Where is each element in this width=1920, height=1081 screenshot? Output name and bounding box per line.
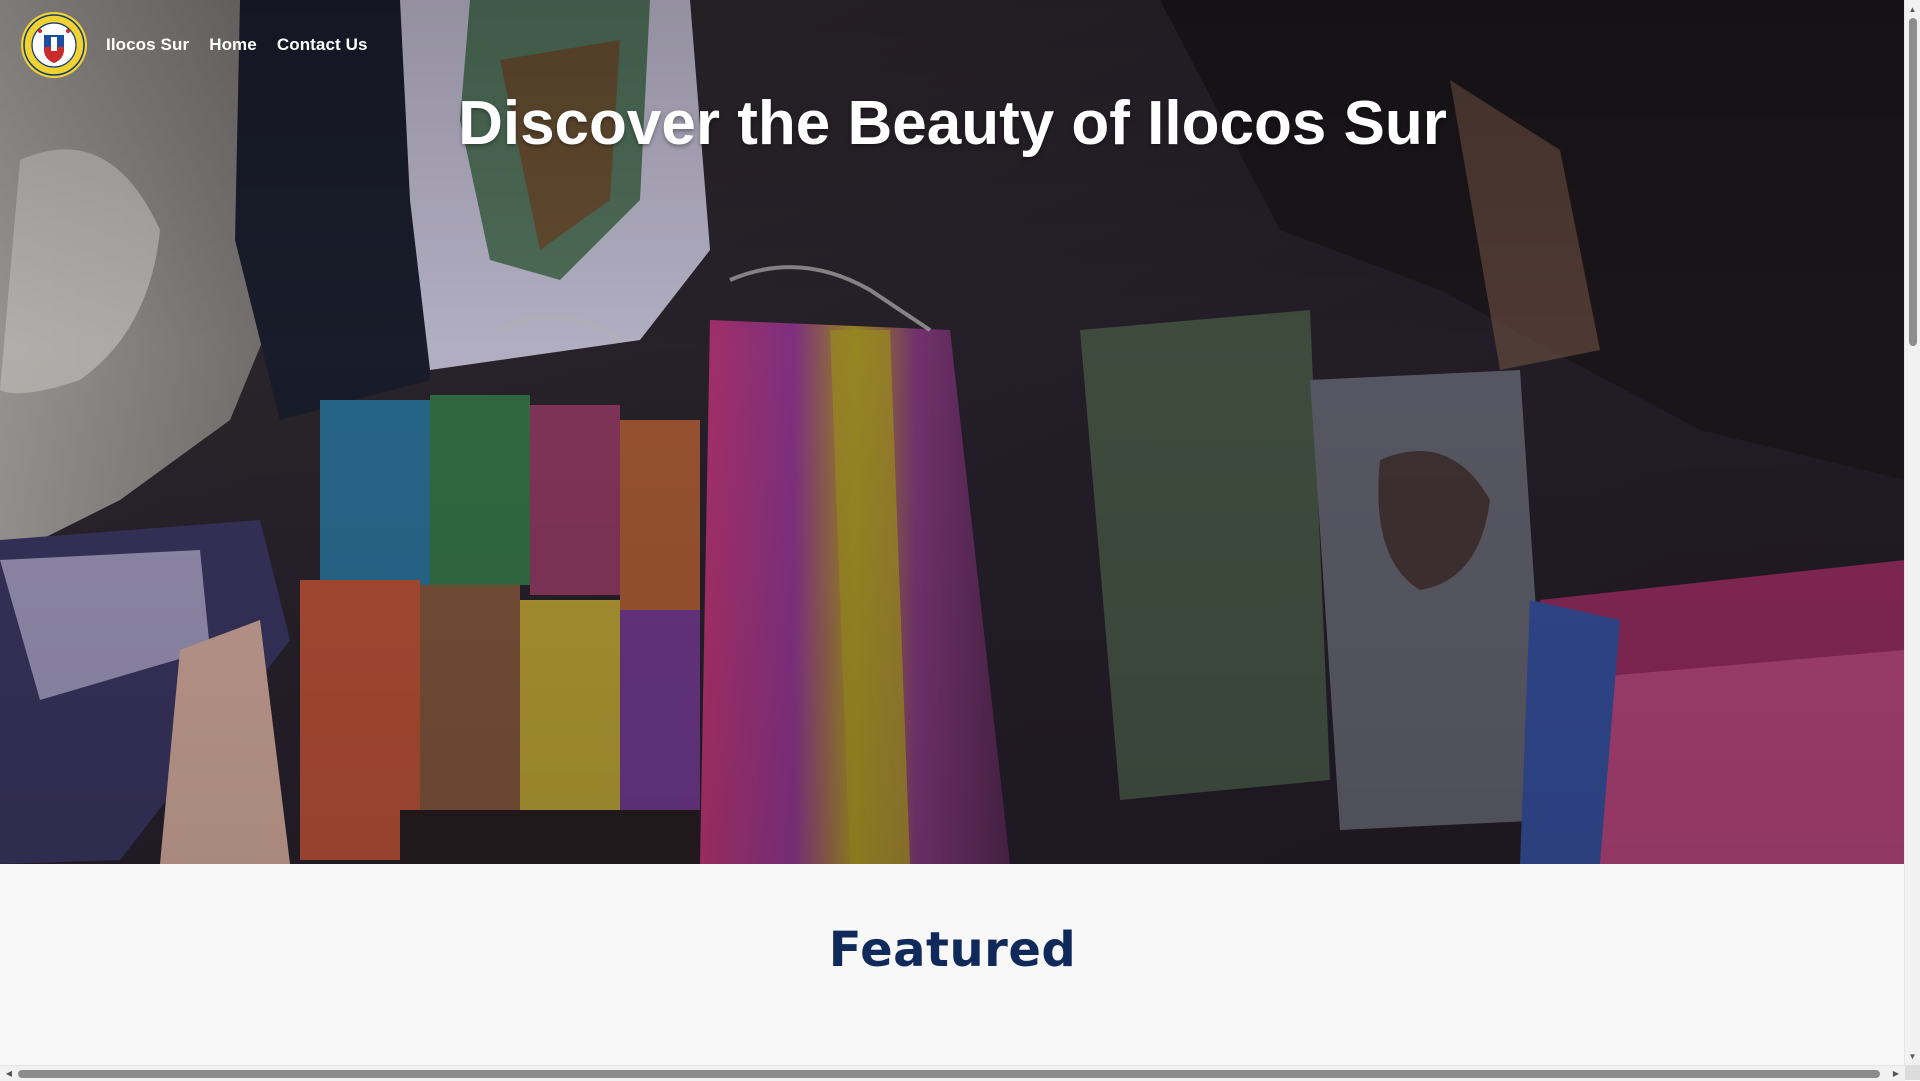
top-navigation: Ilocos Sur Home Contact Us	[20, 10, 388, 80]
vertical-scrollbar[interactable]: ▲ ▼	[1904, 0, 1920, 1065]
nav-home-link[interactable]: Home	[209, 35, 257, 55]
horizontal-scrollbar[interactable]: ◀ ▶	[0, 1065, 1905, 1081]
hero-section: Ilocos Sur Home Contact Us Discover the …	[0, 0, 1905, 864]
arrow-right-icon[interactable]: ▶	[1889, 1066, 1903, 1081]
nav-brand-link[interactable]: Ilocos Sur	[106, 35, 189, 55]
featured-section: Featured	[0, 864, 1905, 1065]
scrollbar-corner	[1905, 1065, 1920, 1080]
arrow-left-icon[interactable]: ◀	[2, 1066, 16, 1081]
arrow-up-icon[interactable]: ▲	[1905, 2, 1920, 16]
arrow-down-icon[interactable]: ▼	[1905, 1049, 1920, 1063]
horizontal-scrollbar-thumb[interactable]	[18, 1070, 1880, 1078]
provincial-seal-icon[interactable]	[20, 11, 88, 79]
featured-heading: Featured	[828, 922, 1077, 978]
vertical-scrollbar-thumb[interactable]	[1909, 18, 1917, 346]
hero-title: Discover the Beauty of Ilocos Sur	[458, 89, 1447, 158]
page-viewport: Ilocos Sur Home Contact Us Discover the …	[0, 0, 1905, 1065]
nav-contact-us-link[interactable]: Contact Us	[277, 35, 368, 55]
